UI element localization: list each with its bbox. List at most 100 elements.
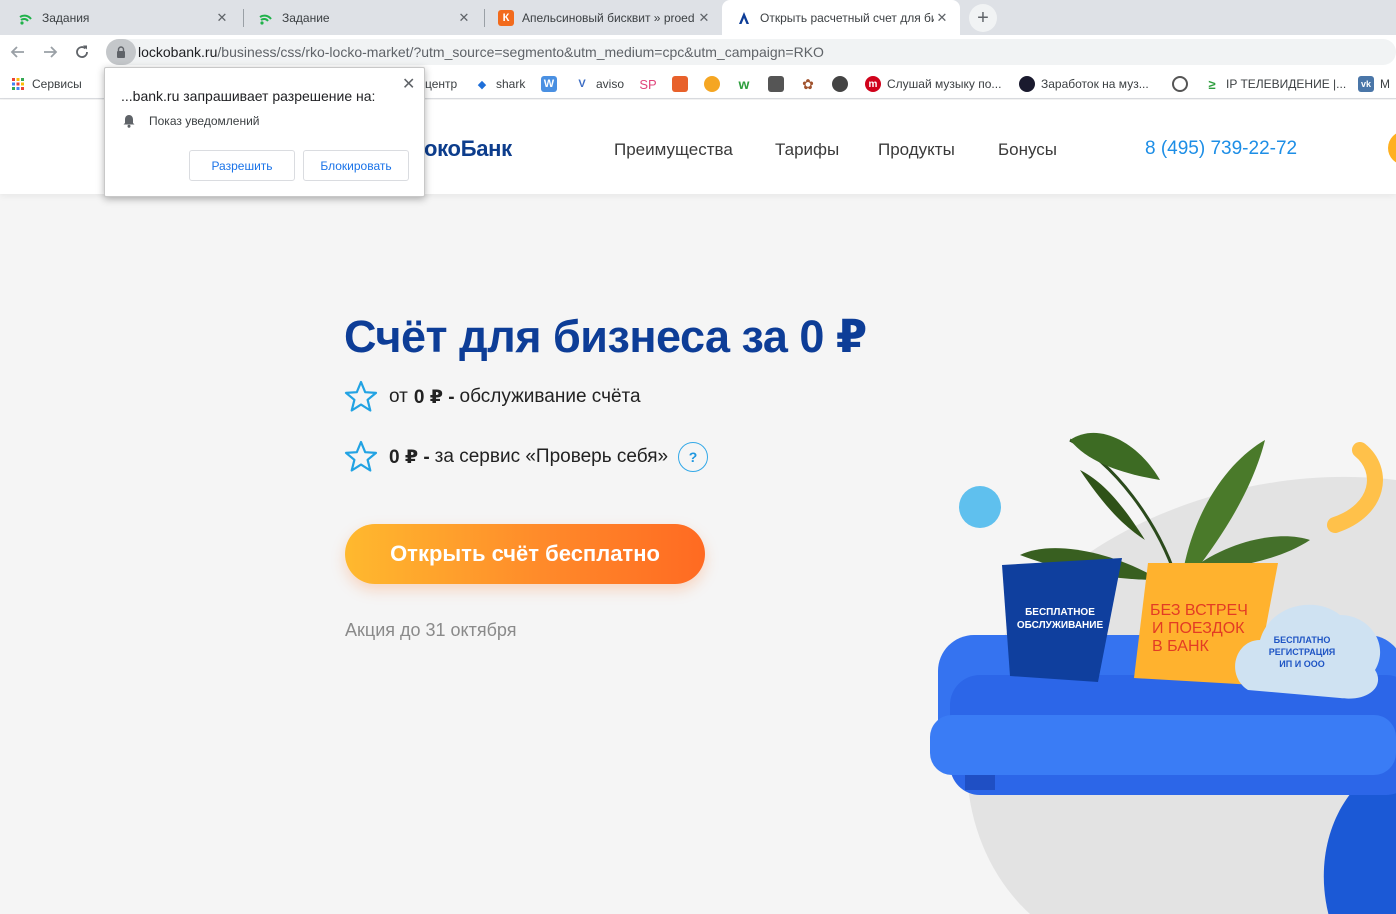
bookmark-w[interactable]: W [541,75,563,93]
feature-prefix: от [389,386,408,407]
tab-strip: Задания ✕ Задание ✕ К Апельсиновый бискв… [0,0,1396,35]
bookmark-label: aviso [596,77,625,91]
bookmark-services[interactable]: Сервисы [10,75,82,93]
address-bar[interactable]: lockobank.ru/business/css/rko-locko-mark… [106,39,1396,65]
vk-icon: vk [1358,76,1374,92]
feature-price: 0 ₽ - [413,386,455,408]
nav-tariffs[interactable]: Тарифы [775,140,839,160]
gear-icon: ✿ [802,75,814,92]
close-icon[interactable]: ✕ [696,10,712,26]
allow-button[interactable]: Разрешить [189,150,295,181]
forward-arrow-icon[interactable] [39,41,61,63]
url-path: /business/css/rko-locko-market/?utm_sour… [217,44,824,60]
sp-icon: SP [639,76,657,92]
locko-icon [736,10,752,26]
permission-title: ...bank.ru запрашивает разрешение на: [121,88,376,104]
bookmark-aviso[interactable]: V aviso [574,75,624,93]
bookmark-label: центр [425,77,458,91]
bookmark-vk[interactable]: vk M [1358,75,1390,93]
close-icon[interactable]: ✕ [214,10,230,26]
bookmark-music[interactable]: m Слушай музыку по... [865,75,1001,93]
lock-icon[interactable] [106,39,136,65]
bookmark-wm[interactable]: w [736,75,758,93]
bookmark-gear[interactable]: ✿ [800,75,822,93]
reload-icon[interactable] [71,41,93,63]
star-icon [344,440,378,472]
bookmark-label: Заработок на муз... [1041,77,1149,91]
globe-icon [832,76,848,92]
bookmark-g[interactable] [1172,75,1194,93]
nav-bonuses[interactable]: Бонусы [998,140,1057,160]
apps-grid-icon [10,76,26,92]
tab-title: Открыть расчетный счет для би [760,10,934,25]
notification-permission-popup: ...bank.ru запрашивает разрешение на: ✕ … [104,67,425,197]
block-button[interactable]: Блокировать [303,150,409,181]
tab-lockobank[interactable]: Открыть расчетный счет для би ✕ [722,0,960,35]
pillow-free-registration-line3: ИП И ООО [1279,659,1324,669]
wm-icon: w [738,76,750,92]
tab-proed[interactable]: К Апельсиновый бисквит » proed ✕ [484,0,722,35]
bookmark-center[interactable]: центр [425,75,457,93]
pillow-no-meetings-line2: И ПОЕЗДОК [1152,620,1245,637]
bookmark-puzzle[interactable] [672,75,694,93]
help-icon[interactable]: ? [678,442,709,472]
feature-price: 0 ₽ - [389,446,430,468]
w-icon: W [541,76,557,92]
url-text: lockobank.ru/business/css/rko-locko-mark… [138,44,824,60]
bookmark-label: M [1380,77,1390,91]
feature-account-service: от 0 ₽ - обслуживание счёта [344,380,641,414]
close-icon[interactable]: ✕ [402,74,415,94]
bookmark-sp[interactable]: SP [639,75,662,93]
shark-icon: ◆ [477,78,487,91]
music-icon: m [865,76,881,92]
bookmark-ring[interactable] [704,75,726,93]
close-icon[interactable]: ✕ [456,10,472,26]
pillow-free-registration-line1: БЕСПЛАТНО [1274,635,1331,645]
aviso-icon: V [578,78,586,90]
permission-item: Показ уведомлений [123,114,259,128]
back-arrow-icon[interactable] [7,41,29,63]
feature-text: обслуживание счёта [459,386,641,407]
iptv-icon: ≥ [1208,76,1216,92]
bookmark-earn[interactable]: Заработок на муз... [1019,75,1149,93]
bookmark-shark[interactable]: ◆ shark [474,75,526,93]
pillow-no-meetings-line1: БЕЗ ВСТРЕЧ [1150,602,1248,619]
bookmark-label: IP ТЕЛЕВИДЕНИЕ |... [1226,77,1347,91]
bookmark-globe[interactable] [832,75,854,93]
bag-icon [768,76,784,92]
hero-title: Счёт для бизнеса за 0 ₽ [344,311,867,362]
site-logo[interactable]: окоБанк [424,136,512,162]
header-action-button[interactable] [1388,131,1396,165]
bookmark-bag[interactable] [768,75,790,93]
pillow-free-registration-line2: РЕГИСТРАЦИЯ [1269,647,1336,657]
proed-icon: К [498,9,514,26]
puzzle-icon [672,76,688,92]
nav-products[interactable]: Продукты [878,140,955,160]
bell-icon [123,115,135,128]
promo-deadline: Акция до 31 октября [345,620,517,640]
permission-item-label: Показ уведомлений [149,114,260,128]
bookmark-label: Слушай музыку по... [887,77,1002,91]
tab-title: Задания [42,10,90,25]
phone-number[interactable]: 8 (495) 739-22-72 [1145,138,1297,160]
star-icon [344,380,378,412]
sofa-illustration: БЕСПЛАТНОЕ ОБСЛУЖИВАНИЕ БЕЗ ВСТРЕЧ И ПОЕ… [930,432,1396,914]
feature-check-service: 0 ₽ - за сервис «Проверь себя» ? [344,440,709,474]
bookmark-label: Сервисы [32,77,82,91]
tab-zadanie[interactable]: Задание ✕ [244,0,482,35]
bookmark-label: shark [496,77,526,91]
ring-icon [704,76,720,92]
wifi-icon [18,10,34,26]
pillow-free-service-line2: ОБСЛУЖИВАНИЕ [1017,620,1104,631]
pillow-free-service-line1: БЕСПЛАТНОЕ [1025,607,1095,618]
g-icon [1172,76,1188,92]
url-host: lockobank.ru [138,44,218,60]
open-account-button[interactable]: Открыть счёт бесплатно [345,524,705,584]
tab-zadaniya[interactable]: Задания ✕ [4,0,240,35]
browser-toolbar: lockobank.ru/business/css/rko-locko-mark… [0,35,1396,69]
new-tab-button[interactable]: + [969,4,997,32]
close-icon[interactable]: ✕ [934,10,950,26]
earn-icon [1019,76,1035,92]
nav-advantages[interactable]: Преимущества [614,140,733,160]
bookmark-iptv[interactable]: ≥ IP ТЕЛЕВИДЕНИЕ |... [1204,75,1346,93]
